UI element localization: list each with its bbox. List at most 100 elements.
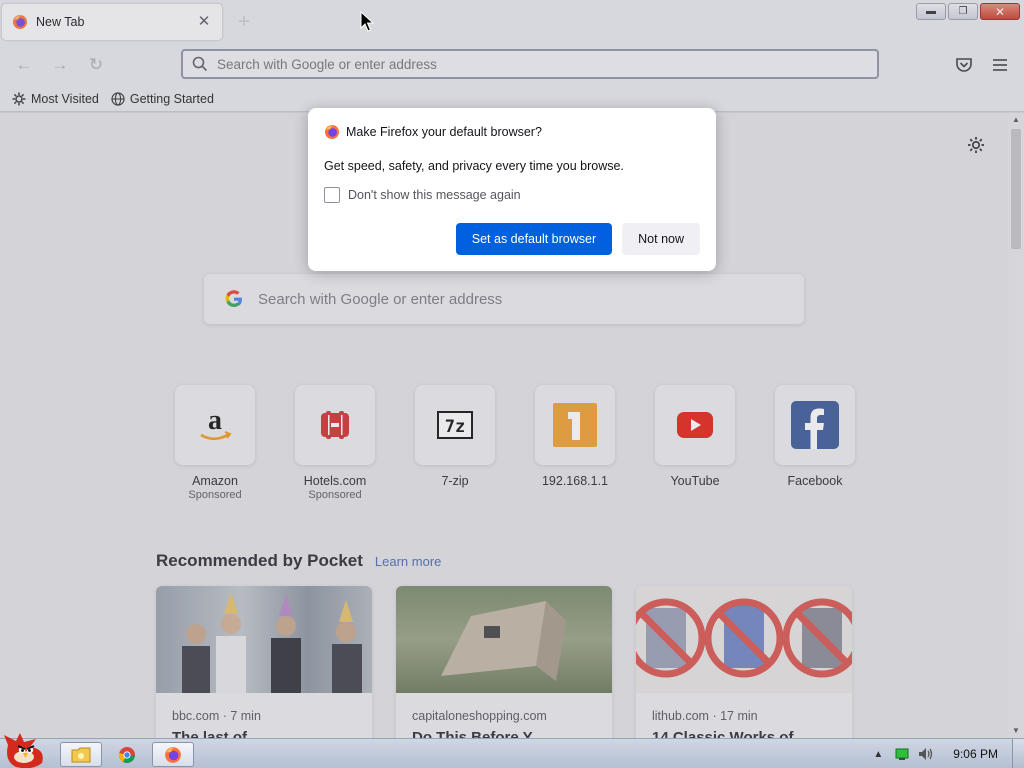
facebook-icon	[791, 401, 839, 449]
restore-button[interactable]: ❐	[948, 3, 978, 20]
top-sites: a Amazon Sponsored Hotels.com Sponsored …	[155, 385, 875, 501]
top-site-tile: a	[175, 385, 255, 465]
show-hidden-icons-icon[interactable]: ▲	[869, 745, 887, 763]
google-icon	[225, 290, 242, 307]
party-photo-image	[182, 592, 362, 693]
dont-show-again-checkbox[interactable]	[324, 187, 340, 203]
volume-icon[interactable]	[917, 745, 935, 763]
tab-title: New Tab	[36, 15, 85, 29]
card-source: lithub.com · 17 min	[652, 709, 758, 723]
dont-show-again-option[interactable]: Don't show this message again	[324, 187, 700, 203]
card-source: bbc.com · 7 min	[172, 709, 261, 723]
top-site-tile: 7z	[415, 385, 495, 465]
page-search-placeholder: Search with Google or enter address	[258, 290, 503, 308]
window-close-button[interactable]: ✕	[980, 3, 1020, 20]
pocket-heading: Recommended by Pocket	[156, 551, 363, 570]
svg-text:7z: 7z	[445, 417, 465, 437]
address-bar[interactable]	[181, 49, 879, 79]
box-photo-image	[441, 601, 566, 681]
tab-new-tab[interactable]: New Tab ✕	[2, 4, 222, 40]
dialog-header: Make Firefox your default browser?	[324, 124, 700, 140]
bookmark-label: Getting Started	[129, 91, 214, 106]
youtube-icon	[677, 412, 713, 438]
hotels-icon	[321, 411, 349, 439]
taskbar-clock[interactable]: 9:06 PM	[953, 747, 998, 761]
pocket-card[interactable]: capitaloneshopping.com Do This Before Y.…	[396, 586, 612, 738]
settings-gear-icon[interactable]	[966, 135, 986, 155]
card-title: 14 Classic Works of...	[652, 729, 806, 738]
card-source: capitaloneshopping.com	[412, 709, 547, 723]
svg-text:a: a	[208, 405, 222, 436]
learn-more-link[interactable]: Learn more	[375, 554, 441, 569]
minimize-button[interactable]: ▬	[916, 3, 946, 20]
pocket-cards: bbc.com · 7 min The last of... capitalon…	[156, 586, 852, 738]
taskbar-firefox-button[interactable]	[152, 742, 194, 767]
folder-icon	[71, 747, 91, 762]
mouse-cursor-icon	[360, 11, 374, 32]
card-image	[636, 586, 852, 693]
reload-icon[interactable]: ↻	[85, 54, 107, 76]
gear-icon	[12, 92, 26, 105]
firefox-icon	[13, 15, 27, 29]
top-site-tile	[775, 385, 855, 465]
dialog-body: Get speed, safety, and privacy every tim…	[324, 159, 624, 173]
close-tab-icon[interactable]: ✕	[196, 14, 212, 30]
scroll-down-arrow-icon[interactable]: ▼	[1008, 724, 1024, 738]
top-site-tile	[295, 385, 375, 465]
card-title: The last of...	[172, 729, 260, 738]
page-search-box[interactable]: Search with Google or enter address	[204, 274, 804, 324]
top-site-hotels[interactable]: Hotels.com Sponsored	[275, 385, 395, 501]
default-browser-dialog: Make Firefox your default browser? Get s…	[308, 108, 716, 271]
pocket-card[interactable]: bbc.com · 7 min The last of...	[156, 586, 372, 738]
top-site-tile	[655, 385, 735, 465]
taskbar: ▲ 9:06 PM	[0, 733, 1024, 768]
bookmark-getting-started[interactable]: Getting Started	[111, 92, 214, 106]
pocket-card[interactable]: lithub.com · 17 min 14 Classic Works of.…	[636, 586, 852, 738]
window-controls: ▬ ❐ ✕	[916, 3, 1020, 20]
card-title: Do This Before Y...	[412, 729, 544, 738]
top-site-name: YouTube	[670, 474, 720, 488]
top-site-name: Hotels.com	[303, 474, 367, 488]
back-arrow-icon[interactable]: ←	[13, 54, 35, 76]
globe-icon	[111, 91, 125, 106]
top-site-amazon[interactable]: a Amazon Sponsored	[155, 385, 275, 501]
top-site-router[interactable]: 192.168.1.1	[515, 385, 635, 501]
top-site-name: 7-zip	[441, 474, 469, 488]
dialog-buttons: Set as default browser Not now	[455, 223, 700, 255]
start-button-icon[interactable]	[2, 731, 50, 768]
pocket-icon[interactable]	[953, 54, 975, 76]
address-input[interactable]	[217, 56, 817, 72]
set-default-browser-button[interactable]: Set as default browser	[455, 223, 613, 255]
firefox-icon	[165, 746, 181, 763]
checkbox-label: Don't show this message again	[348, 188, 521, 202]
chrome-icon	[118, 746, 135, 763]
top-site-sponsored: Sponsored	[188, 489, 242, 501]
hamburger-menu-icon[interactable]	[989, 54, 1011, 76]
forward-arrow-icon[interactable]: →	[49, 54, 71, 76]
top-site-7zip[interactable]: 7z 7-zip	[395, 385, 515, 501]
scrollbar-thumb[interactable]	[1011, 129, 1021, 249]
top-site-facebook[interactable]: Facebook	[755, 385, 875, 501]
7zip-icon: 7z	[437, 411, 473, 439]
taskbar-explorer-button[interactable]	[60, 742, 102, 767]
search-icon	[192, 56, 208, 72]
top-site-name: 192.168.1.1	[541, 474, 609, 488]
taskbar-chrome-button[interactable]	[106, 742, 148, 767]
show-desktop-button[interactable]	[1012, 739, 1024, 768]
new-tab-button[interactable]: +	[234, 12, 254, 32]
top-site-youtube[interactable]: YouTube	[635, 385, 755, 501]
navigation-toolbar: ← → ↻	[0, 44, 1024, 86]
top-site-name: Amazon	[192, 474, 238, 488]
tab-strip: New Tab ✕ + ▬ ❐ ✕	[0, 0, 1024, 44]
bookmark-most-visited[interactable]: Most Visited	[12, 92, 99, 106]
network-icon[interactable]	[893, 745, 911, 763]
dialog-title: Make Firefox your default browser?	[346, 125, 542, 139]
not-now-button[interactable]: Not now	[622, 223, 700, 255]
page-scrollbar[interactable]: ▲ ▼	[1008, 113, 1024, 738]
top-site-name: Facebook	[787, 474, 843, 488]
scroll-up-arrow-icon[interactable]: ▲	[1008, 113, 1024, 127]
bookmark-label: Most Visited	[31, 91, 99, 106]
firefox-icon	[325, 125, 339, 139]
card-image	[156, 586, 372, 693]
pocket-section-header: Recommended by Pocket Learn more	[156, 551, 441, 571]
